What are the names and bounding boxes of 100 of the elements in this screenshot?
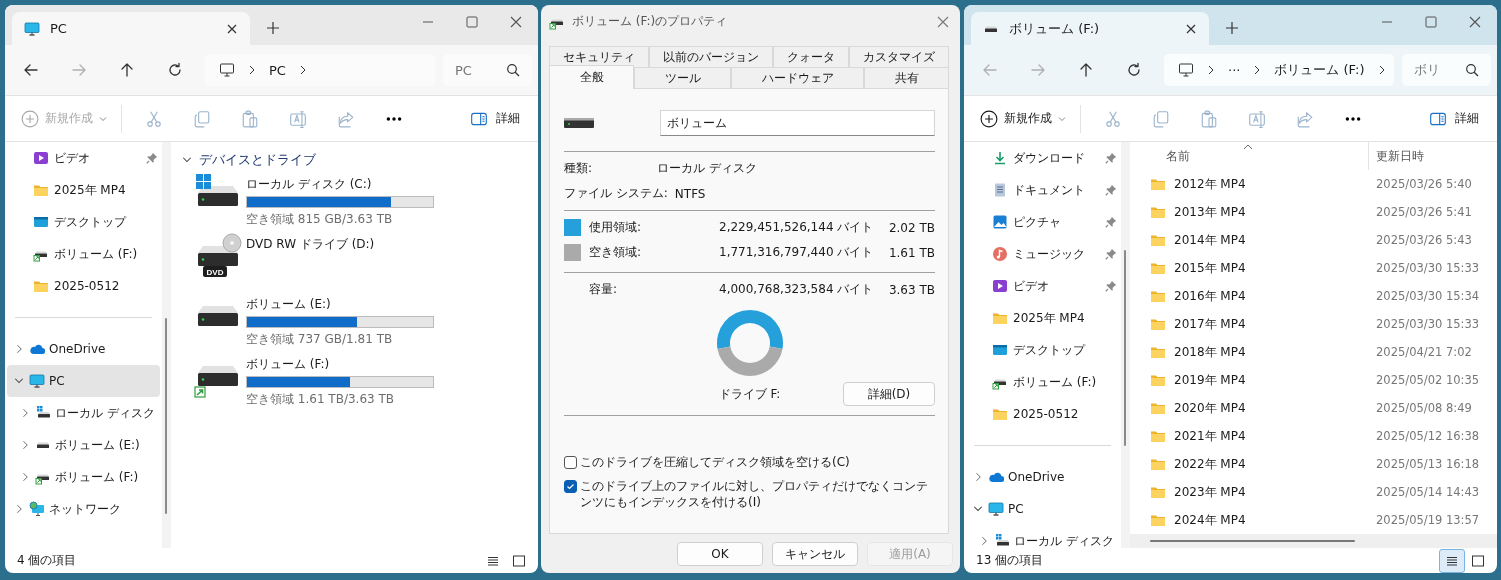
free-space-text: 空き領域 1.61 TB/3.63 TB [246, 391, 396, 408]
copy-icon[interactable] [193, 109, 211, 128]
dialog-button[interactable]: キャンセル [772, 542, 858, 566]
details-pane-button[interactable]: 詳細 [1423, 108, 1485, 129]
copy-icon[interactable] [1152, 109, 1170, 128]
new-button[interactable]: 新規作成 [974, 105, 1072, 132]
folder-name[interactable]: 2013年 MP4 [1174, 203, 1246, 221]
cut-icon[interactable] [145, 109, 163, 128]
details-pane-button[interactable]: 詳細 [464, 108, 526, 129]
sidebar-item[interactable]: デスクトップ [964, 334, 1121, 366]
drive-name[interactable]: ボリューム (E:) [246, 296, 434, 313]
column-header[interactable]: 更新日時 [1368, 142, 1497, 170]
tree-item[interactable]: PC [966, 493, 1119, 525]
close-tab-icon[interactable] [226, 22, 238, 35]
tree-item[interactable]: OneDrive [7, 333, 160, 365]
details-button[interactable]: 詳細(D) [843, 382, 935, 406]
address-bar[interactable]: PC [205, 54, 435, 86]
paste-icon[interactable] [1200, 109, 1218, 128]
dialog-button[interactable]: OK [677, 542, 763, 566]
sidebar-item[interactable]: デスクトップ [5, 206, 162, 238]
folder-name[interactable]: 2015年 MP4 [1174, 259, 1246, 277]
dialog-tab[interactable]: セキュリティ [549, 46, 649, 67]
scrollbar-thumb[interactable] [165, 318, 167, 514]
breadcrumb[interactable]: PC [269, 62, 286, 78]
new-tab-icon[interactable] [1225, 21, 1239, 35]
date-modified: 2025/03/26 5:40 [1375, 177, 1472, 191]
new-tab-icon[interactable] [266, 21, 280, 35]
sidebar-item[interactable]: 2025年 MP4 [5, 174, 162, 206]
volume-name-field[interactable]: ボリューム [660, 110, 935, 136]
dialog-tab[interactable]: 共有 [864, 67, 949, 88]
breadcrumb[interactable]: ボリューム (F:) [1274, 61, 1365, 79]
folder-name[interactable]: 2024年 MP4 [1174, 511, 1246, 529]
folder-name[interactable]: 2020年 MP4 [1174, 399, 1246, 417]
sidebar-item[interactable]: 2025-0512 [5, 270, 162, 302]
search-field[interactable]: PC [443, 54, 532, 86]
rename-icon[interactable] [289, 109, 307, 128]
drive-name[interactable]: DVD RW ドライブ (D:) [246, 236, 375, 253]
sidebar-item[interactable]: ダウンロード [964, 142, 1121, 174]
tree-item[interactable]: ローカル ディスク [966, 525, 1119, 548]
dialog-tab[interactable]: カスタマイズ [849, 46, 949, 67]
folder-name[interactable]: 2017年 MP4 [1174, 315, 1246, 333]
breadcrumb[interactable]: ··· [1228, 62, 1241, 78]
window-tab[interactable]: ボリューム (F:) [971, 12, 1209, 45]
up-icon[interactable] [1078, 62, 1094, 78]
sidebar-item[interactable]: 2025年 MP4 [964, 302, 1121, 334]
checkbox[interactable] [564, 456, 577, 469]
refresh-icon[interactable] [167, 62, 183, 78]
tree-item[interactable]: ネットワーク [7, 493, 160, 525]
dialog-tab[interactable]: 全般 [549, 65, 634, 89]
sidebar-item[interactable]: ビデオ [5, 142, 162, 174]
forward-icon[interactable] [71, 62, 87, 78]
size-value: 1.61 TB [887, 245, 935, 260]
cut-icon[interactable] [1104, 109, 1122, 128]
sidebar-item[interactable]: ピクチャ [964, 206, 1121, 238]
tree-item[interactable]: PC [7, 365, 160, 397]
address-bar[interactable]: ··· ボリューム (F:) [1164, 54, 1394, 86]
drive-name[interactable]: ローカル ディスク (C:) [246, 176, 434, 193]
sidebar-item[interactable]: ボリューム (F:) [964, 366, 1121, 398]
share-icon[interactable] [1296, 109, 1314, 128]
close-tab-icon[interactable] [1185, 22, 1197, 35]
share-icon[interactable] [337, 109, 355, 128]
close-icon[interactable] [936, 14, 950, 29]
group-header[interactable]: デバイスとドライブ [181, 151, 538, 169]
folder-name[interactable]: 2022年 MP4 [1174, 455, 1246, 473]
forward-icon[interactable] [1030, 62, 1046, 78]
folder-name[interactable]: 2014年 MP4 [1174, 231, 1246, 249]
folder-name[interactable]: 2018年 MP4 [1174, 343, 1246, 361]
dialog-tab[interactable]: ツール [634, 67, 731, 88]
back-icon[interactable] [23, 62, 39, 78]
used-slice [716, 310, 783, 349]
column-header[interactable]: 名前 [1130, 142, 1368, 170]
window-tab[interactable]: PC [12, 12, 250, 45]
search-field[interactable]: ボリ [1402, 54, 1491, 86]
folder-name[interactable]: 2012年 MP4 [1174, 175, 1246, 193]
sidebar-item[interactable]: ドキュメント [964, 174, 1121, 206]
sidebar-item[interactable]: ビデオ [964, 270, 1121, 302]
dialog-tab[interactable]: 以前のバージョン [649, 46, 773, 67]
dialog-tab[interactable]: ハードウェア [731, 67, 864, 88]
sidebar-item[interactable]: ボリューム (F:) [5, 238, 162, 270]
rename-icon[interactable] [1248, 109, 1266, 128]
video-icon [992, 278, 1008, 294]
tree-item[interactable]: ボリューム (E:) [7, 429, 160, 461]
checkbox[interactable] [564, 480, 577, 493]
up-icon[interactable] [119, 62, 135, 78]
scrollbar-thumb[interactable] [1124, 250, 1126, 446]
sidebar-item[interactable]: 2025-0512 [964, 398, 1121, 430]
folder-name[interactable]: 2016年 MP4 [1174, 287, 1246, 305]
sidebar-item[interactable]: ミュージック [964, 238, 1121, 270]
tree-item[interactable]: ボリューム (F:) [7, 461, 160, 493]
folder-name[interactable]: 2023年 MP4 [1174, 483, 1246, 501]
scrollbar-thumb[interactable] [1150, 540, 1355, 542]
refresh-icon[interactable] [1126, 62, 1142, 78]
folder-name[interactable]: 2021年 MP4 [1174, 427, 1246, 445]
drive-name[interactable]: ボリューム (F:) [246, 356, 434, 373]
details-view-button[interactable] [1439, 548, 1465, 573]
tree-item[interactable]: OneDrive [966, 461, 1119, 493]
dialog-tab[interactable]: クォータ [773, 46, 849, 67]
paste-icon[interactable] [241, 109, 259, 128]
tree-item[interactable]: ローカル ディスク [7, 397, 160, 429]
folder-name[interactable]: 2019年 MP4 [1174, 371, 1246, 389]
